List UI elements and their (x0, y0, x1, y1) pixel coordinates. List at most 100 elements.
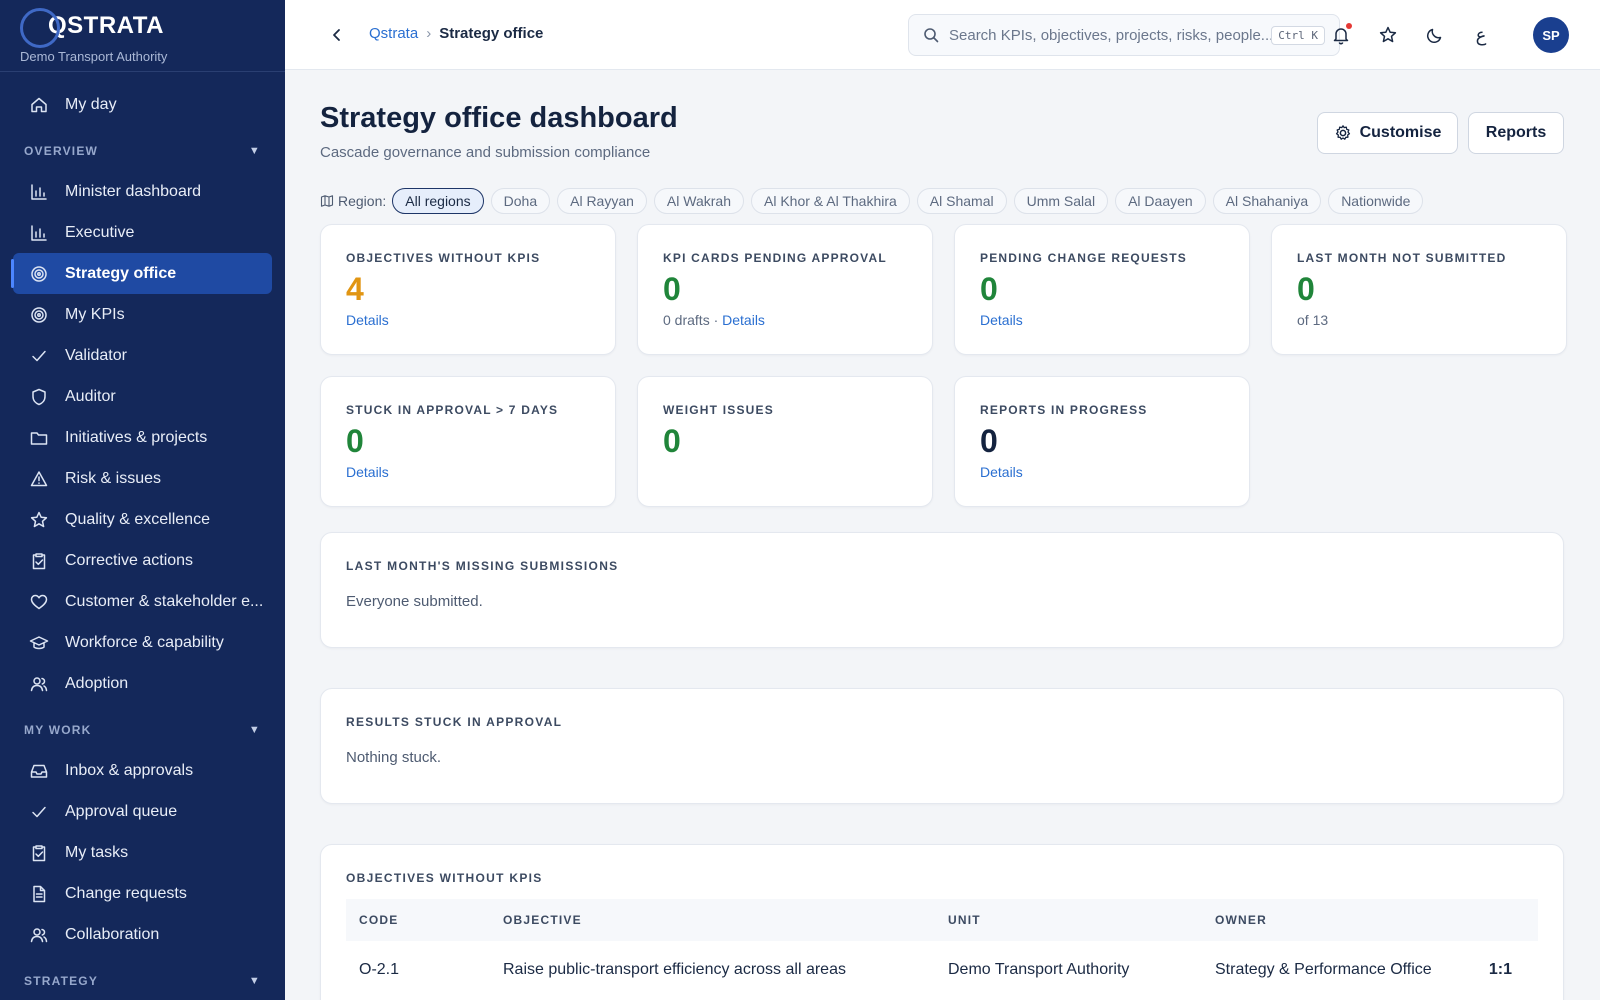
search-input[interactable]: Search KPIs, objectives, projects, risks… (908, 14, 1340, 56)
table-cell-objective: Raise public-transport efficiency across… (503, 961, 846, 978)
caret-down-icon: ▼ (248, 724, 261, 736)
favorites-button[interactable] (1376, 23, 1400, 47)
stuck-results-text: Nothing stuck. (346, 749, 442, 766)
region-chip-al-shahaniya[interactable]: Al Shahaniya (1212, 188, 1322, 214)
table-cell-unit: Demo Transport Authority (948, 961, 1130, 978)
target-icon (28, 263, 50, 285)
table-row[interactable]: O-2.1 Raise public-transport efficiency a… (346, 941, 1538, 999)
sidebar-item-strategy-office[interactable]: Strategy office (11, 253, 272, 294)
table-cell-owner: Strategy & Performance Office (1215, 961, 1432, 978)
logo-ring-icon (20, 8, 60, 48)
clipboard-check-icon (28, 842, 50, 864)
sidebar-section-my-work[interactable]: MY WORK ▼ (24, 716, 261, 744)
theme-toggle-button[interactable] (1423, 23, 1447, 47)
details-link[interactable]: Details (346, 312, 389, 328)
details-link[interactable]: Details (722, 312, 765, 328)
objectives-table-title: OBJECTIVES WITHOUT KPIS (346, 871, 543, 885)
kpi-label: OBJECTIVES WITHOUT KPIS (346, 251, 541, 265)
back-button[interactable] (325, 23, 349, 47)
bar-chart-icon (28, 181, 50, 203)
sidebar-item-label: My tasks (65, 843, 129, 861)
region-chip-al-daayen[interactable]: Al Daayen (1115, 188, 1206, 214)
caret-down-icon: ▼ (248, 975, 261, 987)
kpi-card-stuck-in-approval-7-days: STUCK IN APPROVAL > 7 DAYS 0 Details (320, 376, 616, 507)
map-icon (320, 195, 334, 207)
sidebar-item-change-requests[interactable]: Change requests (13, 873, 272, 914)
reports-button[interactable]: Reports (1468, 112, 1564, 154)
sidebar: QSTRATA Demo Transport Authority My day O… (0, 0, 285, 1000)
kpi-label: REPORTS IN PROGRESS (980, 403, 1148, 417)
sidebar-item-label: My day (65, 95, 117, 113)
sidebar-item-quality-and-excellence[interactable]: Quality & excellence (13, 499, 272, 540)
home-icon (28, 94, 50, 116)
breadcrumb-root[interactable]: Qstrata (369, 25, 418, 42)
search-icon (924, 28, 939, 43)
region-chip-al-khor-and-al-thakhira[interactable]: Al Khor & Al Thakhira (750, 188, 910, 214)
customise-button[interactable]: Customise (1317, 112, 1458, 154)
details-link[interactable]: Details (980, 312, 1023, 328)
column-header-owner[interactable]: OWNER (1202, 899, 1468, 941)
region-chip-al-rayyan[interactable]: Al Rayyan (557, 188, 647, 214)
language-toggle[interactable]: ع (1469, 23, 1493, 47)
column-header-unit[interactable]: UNIT (935, 899, 1202, 941)
sidebar-item-my-kpis[interactable]: My KPIs (13, 294, 272, 335)
users-icon (28, 924, 50, 946)
kpi-label: KPI CARDS PENDING APPROVAL (663, 251, 887, 265)
region-chip-doha[interactable]: Doha (490, 188, 551, 214)
sidebar-item-initiatives-and-projects[interactable]: Initiatives & projects (13, 417, 272, 458)
column-header-code[interactable]: CODE (346, 899, 490, 941)
column-header-objective[interactable]: OBJECTIVE (490, 899, 935, 941)
sidebar-section-overview[interactable]: OVERVIEW ▼ (24, 137, 261, 165)
kpi-footer: Details (980, 464, 1224, 480)
topbar: Qstrata › Strategy office Search KPIs, o… (285, 0, 1600, 70)
kpi-value: 0 (1297, 271, 1315, 307)
region-chip-all-regions[interactable]: All regions (392, 188, 484, 214)
sidebar-section-title: OVERVIEW (24, 144, 99, 158)
sidebar-item-validator[interactable]: Validator (13, 335, 272, 376)
sidebar-item-label: Minister dashboard (65, 182, 202, 200)
search-placeholder: Search KPIs, objectives, projects, risks… (949, 26, 1272, 44)
sidebar-item-auditor[interactable]: Auditor (13, 376, 272, 417)
region-label: Region: (338, 193, 387, 209)
sidebar-item-label: Collaboration (65, 925, 160, 943)
column-header-ratio[interactable] (1468, 899, 1538, 941)
kpi-value: 0 (663, 271, 681, 307)
kpi-value: 4 (346, 271, 364, 307)
users-icon (28, 673, 50, 695)
kpi-footer-text: 0 drafts · (663, 312, 723, 328)
sidebar-section-title: MY WORK (24, 723, 92, 737)
logo[interactable]: QSTRATA (20, 6, 265, 48)
sidebar-item-my-day[interactable]: My day (13, 84, 272, 125)
sidebar-section-strategy[interactable]: STRATEGY ▼ (24, 967, 261, 995)
sidebar-item-inbox-and-approvals[interactable]: Inbox & approvals (13, 750, 272, 791)
kpi-card-objectives-without-kpis: OBJECTIVES WITHOUT KPIS 4 Details (320, 224, 616, 355)
sidebar-item-collaboration[interactable]: Collaboration (13, 914, 272, 955)
kpi-value: 0 (980, 423, 998, 459)
sidebar-item-label: Validator (65, 346, 127, 364)
sidebar-item-approval-queue[interactable]: Approval queue (13, 791, 272, 832)
sidebar-item-customer-and-stakeholder-e[interactable]: Customer & stakeholder e... (13, 581, 272, 622)
sidebar-item-adoption[interactable]: Adoption (13, 663, 272, 704)
kpi-value: 0 (346, 423, 364, 459)
kpi-card-reports-in-progress: REPORTS IN PROGRESS 0 Details (954, 376, 1250, 507)
star-icon (1379, 26, 1397, 43)
region-chip-al-shamal[interactable]: Al Shamal (916, 188, 1007, 214)
sidebar-item-my-tasks[interactable]: My tasks (13, 832, 272, 873)
sidebar-item-workforce-and-capability[interactable]: Workforce & capability (13, 622, 272, 663)
stuck-results-title: RESULTS STUCK IN APPROVAL (346, 715, 563, 729)
details-link[interactable]: Details (980, 464, 1023, 480)
notifications-button[interactable] (1329, 23, 1353, 47)
sidebar-item-risk-and-issues[interactable]: Risk & issues (13, 458, 272, 499)
kpi-label: WEIGHT ISSUES (663, 403, 774, 417)
region-chip-umm-salal[interactable]: Umm Salal (1013, 188, 1109, 214)
region-chip-nationwide[interactable]: Nationwide (1328, 188, 1424, 214)
region-chip-al-wakrah[interactable]: Al Wakrah (653, 188, 744, 214)
sidebar-item-corrective-actions[interactable]: Corrective actions (13, 540, 272, 581)
avatar[interactable]: SP (1533, 17, 1569, 53)
caret-down-icon: ▼ (248, 145, 261, 157)
sidebar-item-label: Workforce & capability (65, 633, 224, 651)
sidebar-item-minister-dashboard[interactable]: Minister dashboard (13, 171, 272, 212)
details-link[interactable]: Details (346, 464, 389, 480)
sidebar-item-executive[interactable]: Executive (13, 212, 272, 253)
chevron-left-icon (333, 29, 340, 41)
